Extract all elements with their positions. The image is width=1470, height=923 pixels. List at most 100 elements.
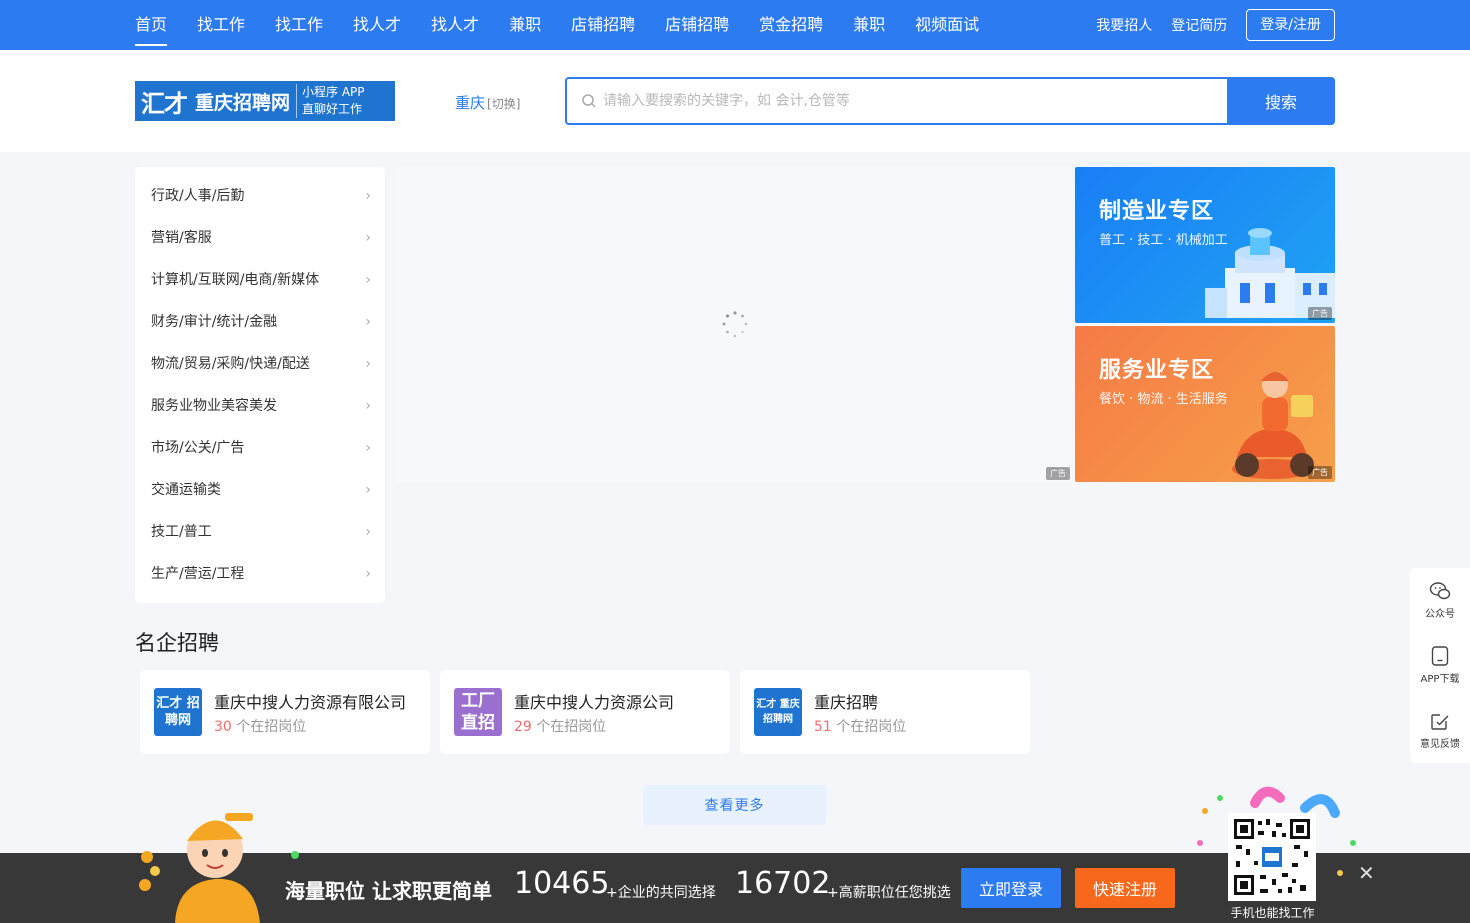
ad-tag: 广告 — [1308, 466, 1332, 479]
category-label: 营销/客服 — [151, 230, 212, 246]
category-menu: 行政/人事/后勤 › 营销/客服 › 计算机/互联网/电商/新媒体 › 财务/审计/统… — [135, 167, 385, 603]
category-item[interactable]: 财务/审计/统计/金融 › — [135, 301, 385, 343]
top-navbar: 首页 找工作 找工作 找人才 找人才 兼职 店铺招聘 店铺招聘 赏金招聘 兼职 … — [0, 0, 1470, 50]
company-card[interactable]: 工厂 直招 重庆中搜人力资源公司 29 个在招岗位 — [440, 670, 730, 754]
qr-caption: 手机也能找工作 — [1230, 906, 1315, 920]
tool-label: 意见反馈 — [1420, 739, 1460, 750]
login-register-button[interactable]: 登录/注册 — [1246, 9, 1335, 41]
phone-icon — [1431, 646, 1449, 666]
city-name: 重庆 — [455, 94, 486, 112]
category-label: 行政/人事/后勤 — [151, 188, 245, 204]
nav-item-part-time-2[interactable]: 兼职 — [853, 0, 885, 50]
category-item[interactable]: 技工/普工 › — [135, 511, 385, 553]
loading-spinner-icon — [722, 311, 748, 338]
nav-right: 我要招人 登记简历 登录/注册 — [1077, 0, 1335, 50]
register-resume-link[interactable]: 登记简历 — [1171, 15, 1227, 35]
nav-item-shop-recruit-2[interactable]: 店铺招聘 — [665, 0, 729, 50]
company-name: 重庆中搜人力资源有限公司 — [214, 693, 407, 712]
category-item[interactable]: 生产/营运/工程 › — [135, 553, 385, 595]
nav-item-find-talent-2[interactable]: 找人才 — [431, 0, 479, 50]
famous-companies-title: 名企招聘 — [135, 631, 219, 655]
side-toolbar: 公众号 APP下载 意见反馈 — [1410, 568, 1470, 763]
nav-item-shop-recruit[interactable]: 店铺招聘 — [571, 0, 635, 50]
wechat-official-button[interactable]: 公众号 — [1410, 568, 1470, 633]
category-item[interactable]: 营销/客服 › — [135, 217, 385, 259]
category-label: 生产/营运/工程 — [151, 566, 245, 582]
category-label: 财务/审计/统计/金融 — [151, 314, 278, 330]
category-label: 交通运输类 — [151, 482, 221, 498]
job-count-label: 个在招岗位 — [836, 719, 907, 735]
ad-tag: 广告 — [1046, 467, 1070, 480]
company-count-label: +企业的共同选择 — [606, 885, 716, 901]
city-selector[interactable]: 重庆 [切换] — [455, 92, 520, 113]
feedback-button[interactable]: 意见反馈 — [1410, 698, 1470, 763]
logo-name: 重庆招聘网 — [195, 91, 291, 114]
tool-label: APP下载 — [1420, 674, 1460, 685]
nav-item-find-job-2[interactable]: 找工作 — [275, 0, 323, 50]
job-count: 16702 — [735, 866, 831, 901]
company-count: 10465 — [514, 866, 610, 901]
site-header: 汇才 重庆招聘网 小程序 APP 直聊好工作 重庆[切换] 搜索 — [0, 50, 1470, 152]
ad-tag: 广告 — [1308, 307, 1332, 320]
category-item[interactable]: 物流/贸易/采购/快递/配送 › — [135, 343, 385, 385]
chevron-right-icon: › — [365, 482, 371, 498]
company-logo: 汇才 招聘网 — [154, 688, 202, 736]
nav-item-bounty-recruit[interactable]: 赏金招聘 — [759, 0, 823, 50]
company-job-count: 51 个在招岗位 — [814, 716, 906, 736]
company-job-count: 30 个在招岗位 — [214, 716, 306, 736]
quick-register-button[interactable]: 快速注册 — [1075, 868, 1175, 908]
chevron-right-icon: › — [365, 188, 371, 204]
wechat-icon — [1429, 582, 1451, 600]
app-download-button[interactable]: APP下载 — [1410, 633, 1470, 698]
chevron-right-icon: › — [365, 566, 371, 582]
qr-code-icon — [1232, 817, 1312, 897]
category-label: 市场/公关/广告 — [151, 440, 245, 456]
category-item[interactable]: 服务业物业美容美发 › — [135, 385, 385, 427]
logo-sub-bottom: 直聊好工作 — [302, 102, 363, 116]
site-logo[interactable]: 汇才 重庆招聘网 小程序 APP 直聊好工作 — [135, 81, 395, 121]
login-now-button[interactable]: 立即登录 — [961, 868, 1061, 908]
city-switch[interactable]: [切换] — [487, 97, 520, 111]
job-count-label: 个在招岗位 — [236, 719, 307, 735]
chevron-right-icon: › — [365, 272, 371, 288]
logo-mark: 汇才 — [141, 89, 188, 118]
qr-code — [1228, 813, 1316, 901]
feedback-icon — [1431, 714, 1449, 730]
view-more-button[interactable]: 查看更多 — [643, 785, 826, 825]
nav-item-home[interactable]: 首页 — [135, 0, 168, 50]
search-button[interactable]: 搜索 — [1227, 77, 1335, 125]
category-item[interactable]: 市场/公关/广告 › — [135, 427, 385, 469]
company-job-count: 29 个在招岗位 — [514, 716, 606, 736]
service-banner[interactable]: 服务业专区 餐饮 · 物流 · 生活服务 广告 — [1075, 326, 1335, 482]
search-input[interactable] — [601, 79, 1227, 123]
category-item[interactable]: 交通运输类 › — [135, 469, 385, 511]
manufacturing-banner[interactable]: 制造业专区 普工 · 技工 · 机械加工 广告 — [1075, 167, 1335, 323]
banner-title: 服务业专区 — [1099, 358, 1215, 383]
mascot-illustration-icon — [139, 813, 299, 923]
recruit-link[interactable]: 我要招人 — [1096, 15, 1152, 35]
chevron-right-icon: › — [365, 398, 371, 414]
company-card[interactable]: 汇才 招聘网 重庆中搜人力资源有限公司 30 个在招岗位 — [140, 670, 430, 754]
company-logo: 工厂 直招 — [454, 688, 502, 736]
chevron-right-icon: › — [365, 356, 371, 372]
company-card[interactable]: 汇才 重庆招聘网 重庆招聘 51 个在招岗位 — [740, 670, 1030, 754]
nav-item-part-time[interactable]: 兼职 — [509, 0, 541, 50]
job-count-label: 个在招岗位 — [536, 719, 607, 735]
logo-sub: 小程序 APP 直聊好工作 — [296, 84, 365, 118]
nav-item-find-job[interactable]: 找工作 — [197, 0, 245, 50]
main-nav: 首页 找工作 找工作 找人才 找人才 兼职 店铺招聘 店铺招聘 赏金招聘 兼职 … — [135, 0, 1009, 50]
chevron-right-icon: › — [365, 230, 371, 246]
category-label: 计算机/互联网/电商/新媒体 — [151, 272, 320, 288]
job-count-label: +高薪职位任您挑选 — [827, 885, 951, 901]
nav-item-video-interview[interactable]: 视频面试 — [915, 0, 979, 50]
category-item[interactable]: 计算机/互联网/电商/新媒体 › — [135, 259, 385, 301]
job-count-number: 51 — [814, 719, 832, 735]
nav-item-find-talent[interactable]: 找人才 — [353, 0, 401, 50]
company-logo: 汇才 重庆招聘网 — [754, 688, 802, 736]
company-name: 重庆中搜人力资源公司 — [514, 693, 675, 712]
chevron-right-icon: › — [365, 524, 371, 540]
category-item[interactable]: 行政/人事/后勤 › — [135, 175, 385, 217]
search-bar: 搜索 — [565, 77, 1335, 125]
promo-slogan: 海量职位 让求职更简单 — [285, 879, 492, 903]
company-name: 重庆招聘 — [814, 693, 879, 712]
